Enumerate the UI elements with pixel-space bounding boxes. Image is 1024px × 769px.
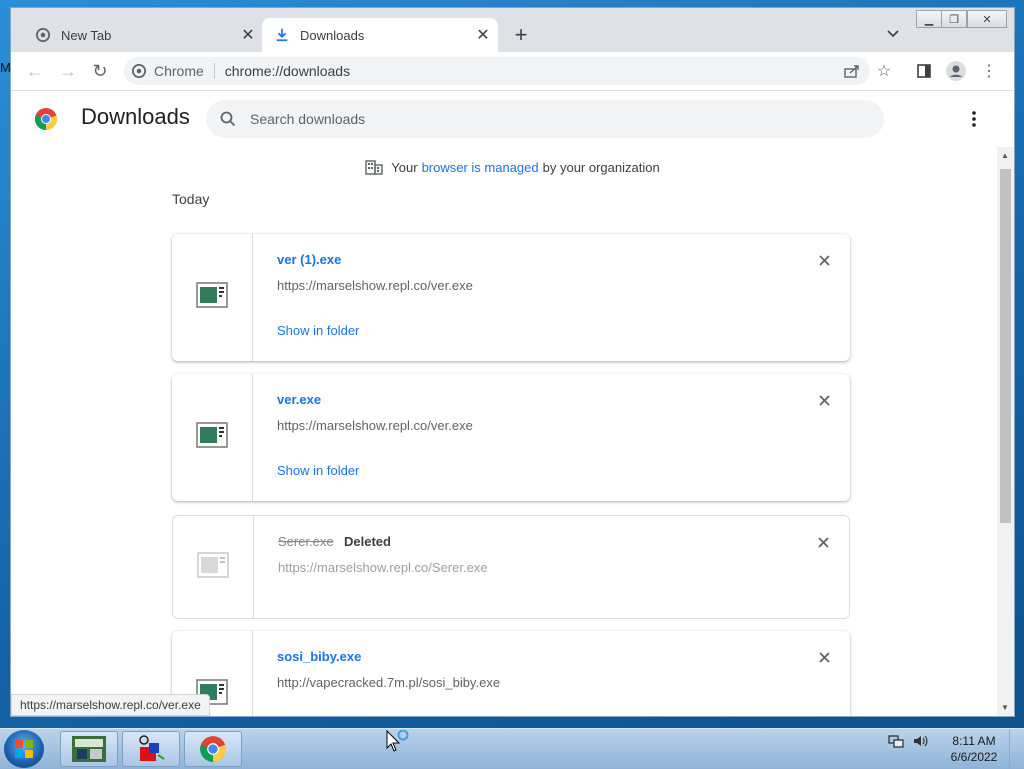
chrome-logo-icon xyxy=(34,107,58,131)
download-status: Deleted xyxy=(344,534,391,549)
download-item: sosi_biby.exe http://vapecracked.7m.pl/s… xyxy=(172,631,850,716)
close-tab-icon[interactable]: ✕ xyxy=(472,24,494,46)
link-status-bubble: https://marselshow.repl.co/ver.exe xyxy=(11,694,210,716)
minimize-button[interactable]: ▁ xyxy=(916,10,942,28)
file-type-col xyxy=(173,516,254,618)
chrome-menu-icon[interactable]: ⋮ xyxy=(977,59,1001,83)
managed-link[interactable]: browser is managed xyxy=(422,160,539,175)
page-title: Downloads xyxy=(81,104,190,129)
download-item: ver (1).exe https://marselshow.repl.co/v… xyxy=(172,234,850,361)
tab-strip: New Tab ✕ Downloads ✕ + ▁ ❐ ✕ xyxy=(11,8,1014,52)
windows-taskbar: 8:11 AM 6/6/2022 xyxy=(0,728,1024,769)
remove-download-icon[interactable] xyxy=(813,532,833,552)
building-icon xyxy=(365,159,383,175)
system-tray xyxy=(888,733,928,754)
back-button[interactable]: ← xyxy=(23,59,47,83)
close-window-button[interactable]: ✕ xyxy=(967,10,1007,28)
taskbar-chrome[interactable] xyxy=(184,731,242,767)
download-item: ver.exe https://marselshow.repl.co/ver.e… xyxy=(172,374,850,501)
exe-file-icon xyxy=(196,282,228,313)
chrome-logo-icon xyxy=(200,736,226,762)
download-filename-deleted: Serer.exe xyxy=(278,534,334,549)
volume-icon[interactable] xyxy=(912,733,928,754)
chrome-window: New Tab ✕ Downloads ✕ + ▁ ❐ ✕ ← → ↻ Chro… xyxy=(11,8,1014,716)
windows-logo-icon xyxy=(15,740,33,758)
side-panel-icon[interactable] xyxy=(912,59,936,83)
address-bar[interactable]: Chrome chrome://downloads xyxy=(124,57,870,85)
download-filename-link[interactable]: ver (1).exe xyxy=(277,252,341,267)
scroll-up-arrow-icon[interactable]: ▲ xyxy=(1001,151,1009,160)
managed-prefix: Your xyxy=(391,159,418,175)
app-shapes-icon xyxy=(139,735,165,761)
download-filename-link[interactable]: ver.exe xyxy=(277,392,321,407)
reload-button[interactable]: ↻ xyxy=(88,59,112,83)
site-info[interactable]: Chrome xyxy=(132,63,204,79)
close-tab-icon[interactable]: ✕ xyxy=(237,24,259,46)
chrome-icon xyxy=(132,64,146,78)
tab-new-tab[interactable]: New Tab ✕ xyxy=(23,18,263,52)
download-source-url[interactable]: https://marselshow.repl.co/ver.exe xyxy=(277,418,473,433)
url-text[interactable]: chrome://downloads xyxy=(225,63,350,79)
managed-notice: Your browser is managed by your organiza… xyxy=(11,159,997,175)
downloads-menu-icon[interactable] xyxy=(964,109,984,129)
scroll-down-arrow-icon[interactable]: ▼ xyxy=(1001,703,1009,712)
site-label: Chrome xyxy=(154,63,204,79)
tab-label: Downloads xyxy=(300,27,365,43)
date-section-label: Today xyxy=(172,191,210,207)
tab-search-chevron-icon[interactable] xyxy=(883,24,903,44)
search-placeholder: Search downloads xyxy=(250,111,366,127)
search-downloads-input[interactable]: Search downloads xyxy=(206,100,884,138)
exe-file-icon xyxy=(196,422,228,453)
download-filename-link[interactable]: sosi_biby.exe xyxy=(277,649,361,664)
bookmark-star-icon[interactable]: ☆ xyxy=(872,59,896,83)
download-source-url[interactable]: https://marselshow.repl.co/Serer.exe xyxy=(278,560,488,575)
tab-downloads[interactable]: Downloads ✕ xyxy=(262,18,498,52)
download-item-deleted: Serer.exe Deleted https://marselshow.rep… xyxy=(172,515,850,619)
taskbar-app-2[interactable] xyxy=(122,731,180,767)
taskbar-app-1[interactable] xyxy=(60,731,118,767)
remove-download-icon[interactable] xyxy=(814,390,834,410)
taskbar-clock[interactable]: 8:11 AM 6/6/2022 xyxy=(944,733,1004,765)
clock-date: 6/6/2022 xyxy=(950,750,998,764)
downloads-list-area: Your browser is managed by your organiza… xyxy=(11,147,997,716)
clock-time: 8:11 AM xyxy=(952,734,996,748)
managed-suffix: by your organization xyxy=(542,159,660,175)
browser-toolbar: ← → ↻ Chrome chrome://downloads ☆ ⋮ xyxy=(11,52,1014,91)
exe-file-icon-faded xyxy=(197,551,229,583)
tab-label: New Tab xyxy=(61,27,112,43)
downloads-header: Downloads Search downloads xyxy=(11,91,1014,147)
download-icon xyxy=(274,27,290,43)
remove-download-icon[interactable] xyxy=(814,250,834,270)
file-type-col xyxy=(172,234,253,361)
download-source-url[interactable]: http://vapecracked.7m.pl/sosi_biby.exe xyxy=(277,675,500,690)
maximize-button[interactable]: ❐ xyxy=(941,10,967,28)
page-scrollbar[interactable]: ▲ ▼ xyxy=(997,147,1014,716)
chrome-icon xyxy=(35,27,51,43)
show-in-folder-link[interactable]: Show in folder xyxy=(277,463,359,478)
file-type-col xyxy=(172,374,253,501)
profile-avatar-icon[interactable] xyxy=(944,59,968,83)
remove-download-icon[interactable] xyxy=(814,647,834,667)
scrollbar-thumb[interactable] xyxy=(1000,169,1011,523)
share-icon[interactable] xyxy=(840,59,864,83)
start-button[interactable] xyxy=(4,730,44,768)
forward-button[interactable]: → xyxy=(56,59,80,83)
app-thumbnail-icon xyxy=(72,736,106,762)
omnibox-divider xyxy=(213,63,215,79)
show-desktop-button[interactable] xyxy=(1009,729,1024,769)
mouse-cursor-busy-icon xyxy=(386,729,414,759)
desktop-edge-text: M xyxy=(0,60,11,75)
network-icon[interactable] xyxy=(888,733,904,754)
new-tab-button[interactable]: + xyxy=(509,22,533,47)
show-in-folder-link[interactable]: Show in folder xyxy=(277,323,359,338)
search-icon xyxy=(220,111,236,127)
download-source-url[interactable]: https://marselshow.repl.co/ver.exe xyxy=(277,278,473,293)
